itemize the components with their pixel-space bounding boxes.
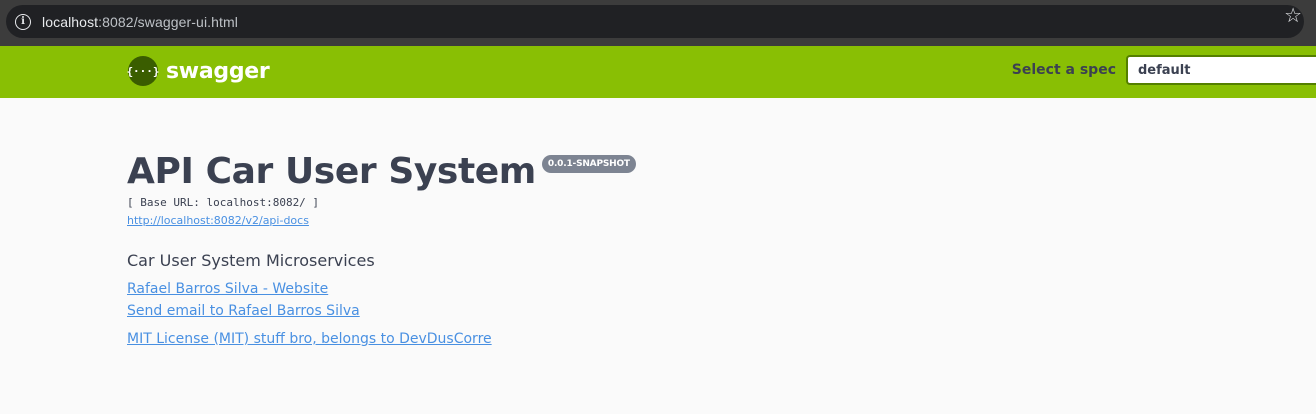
title-row: API Car User System 0.0.1-SNAPSHOT bbox=[127, 150, 1227, 194]
info-icon[interactable]: i bbox=[15, 13, 31, 30]
base-url: [ Base URL: localhost:8082/ ] bbox=[127, 196, 320, 209]
api-info: API Car User System 0.0.1-SNAPSHOT [ Bas… bbox=[127, 150, 1227, 350]
license-link[interactable]: MIT License (MIT) stuff bro, belongs to … bbox=[127, 328, 1227, 350]
spec-label: Select a spec bbox=[1011, 62, 1116, 78]
url-host: localhost bbox=[42, 13, 99, 30]
api-docs-link[interactable]: http://localhost:8082/v2/api-docs bbox=[127, 214, 309, 227]
swagger-logo-text: swagger bbox=[166, 58, 270, 84]
swagger-topbar: {···} swagger Select a spec default bbox=[0, 46, 1316, 98]
star-icon[interactable]: ☆ bbox=[1284, 5, 1302, 27]
address-bar[interactable]: i localhost:8082/swagger-ui.html bbox=[6, 5, 1304, 38]
page-title: API Car User System bbox=[127, 151, 536, 192]
swagger-logo-icon: {···} bbox=[126, 56, 160, 86]
version-badge: 0.0.1-SNAPSHOT bbox=[541, 155, 636, 173]
url-path: :8082/swagger-ui.html bbox=[98, 13, 238, 30]
contact-email-link[interactable]: Send email to Rafael Barros Silva bbox=[127, 300, 1227, 322]
browser-toolbar: i localhost:8082/swagger-ui.html ☆ bbox=[0, 0, 1316, 46]
api-description: Car User System Microservices bbox=[127, 251, 375, 270]
spec-selector: Select a spec default bbox=[1012, 55, 1316, 85]
contact-website-link[interactable]: Rafael Barros Silva - Website bbox=[127, 278, 1227, 300]
swagger-logo[interactable]: {···} swagger bbox=[126, 56, 270, 86]
url-text[interactable]: localhost:8082/swagger-ui.html bbox=[42, 14, 238, 30]
spec-select[interactable]: default bbox=[1126, 55, 1316, 85]
